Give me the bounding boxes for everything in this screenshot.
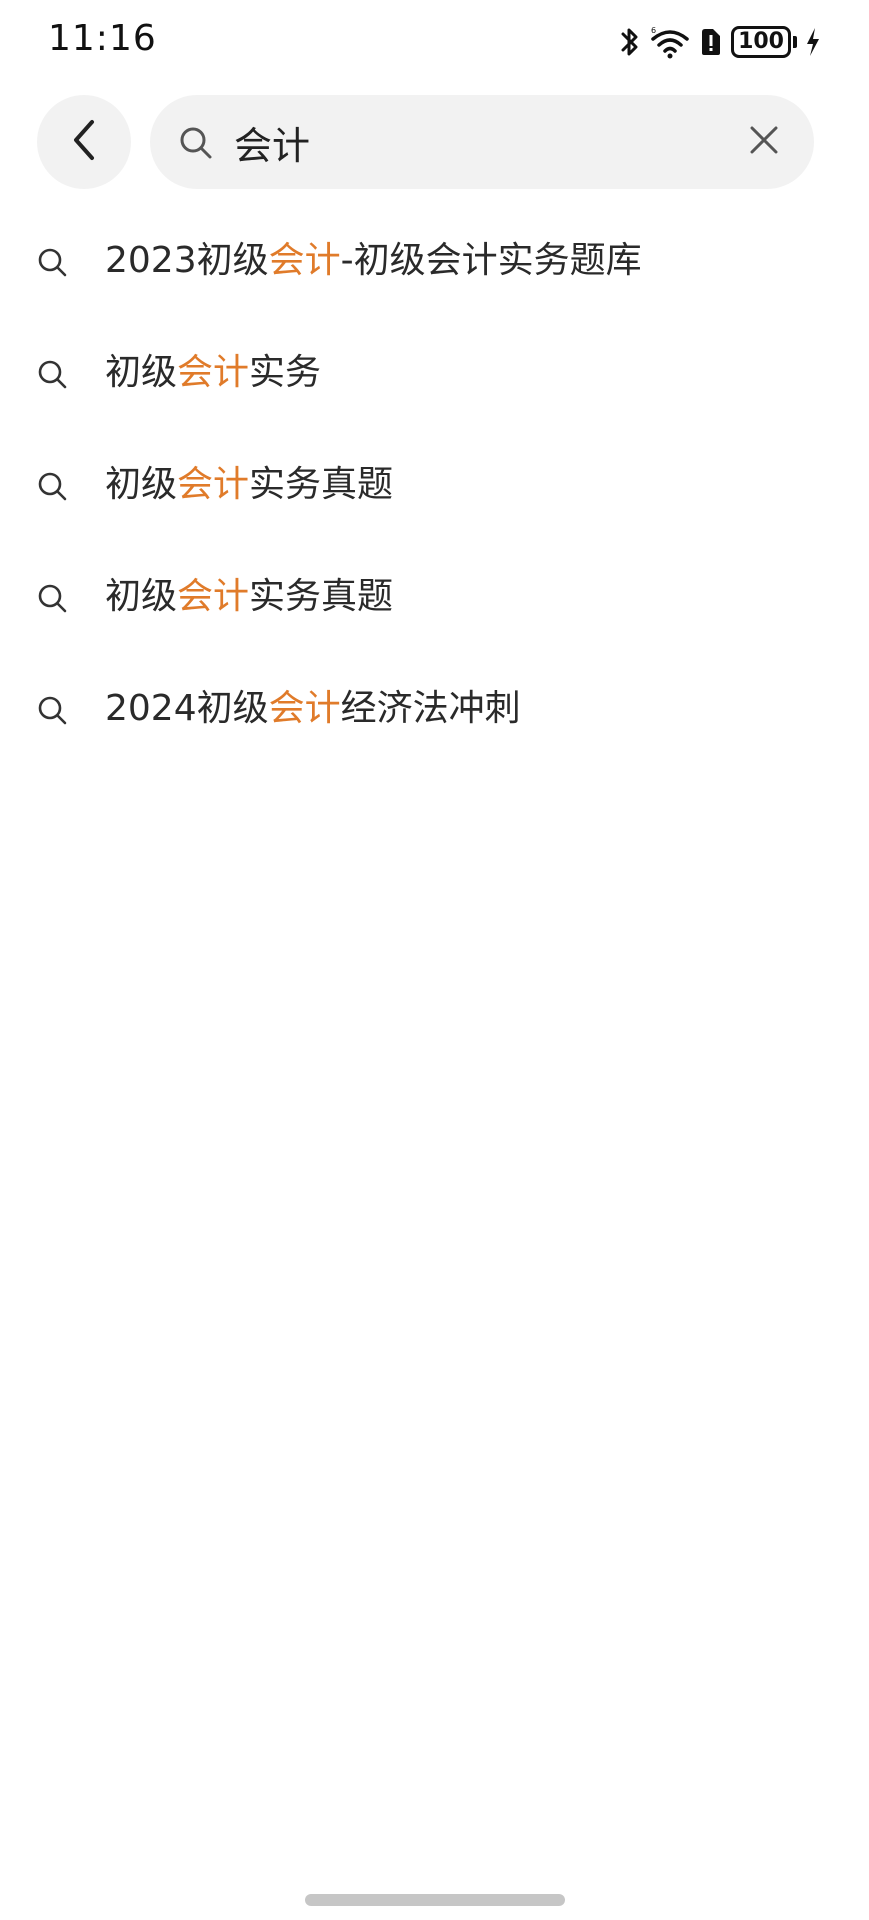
- search-icon: [36, 582, 68, 614]
- suggestion-item[interactable]: 初级会计实务真题: [0, 542, 869, 654]
- suggestion-highlight: 会计: [177, 352, 250, 393]
- search-icon: [36, 358, 68, 390]
- bluetooth-icon: [619, 25, 641, 59]
- suggestion-item[interactable]: 初级会计实务真题: [0, 430, 869, 542]
- search-input[interactable]: [234, 95, 694, 189]
- suggestion-item[interactable]: 2023初级会计-初级会计实务题库: [0, 206, 869, 318]
- suggestion-highlight: 会计: [268, 688, 341, 729]
- suggestion-highlight: 会计: [177, 576, 250, 617]
- suggestion-text: 初级会计实务真题: [105, 464, 394, 505]
- suggestion-list: 2023初级会计-初级会计实务题库 初级会计实务 初级会计实务真题 初级会计实务…: [0, 206, 869, 766]
- battery-level: 100: [731, 26, 791, 58]
- search-icon: [36, 246, 68, 278]
- status-time: 11:16: [48, 18, 157, 59]
- chevron-left-icon: [70, 118, 98, 166]
- clear-search-button[interactable]: [742, 120, 786, 164]
- status-bar: 11:16 6 100: [0, 0, 869, 86]
- charging-icon: [805, 27, 821, 57]
- search-bar[interactable]: [150, 95, 814, 189]
- suggestion-item[interactable]: 2024初级会计经济法冲刺: [0, 654, 869, 766]
- suggestion-text: 2024初级会计经济法冲刺: [105, 688, 521, 729]
- back-button[interactable]: [37, 95, 131, 189]
- suggestion-text: 初级会计实务: [105, 352, 322, 393]
- close-icon: [749, 125, 779, 159]
- search-icon: [178, 125, 214, 161]
- alert-icon: [699, 27, 723, 57]
- suggestion-text: 2023初级会计-初级会计实务题库: [105, 240, 642, 281]
- wifi-icon: 6: [649, 25, 691, 59]
- home-indicator[interactable]: [305, 1894, 565, 1906]
- suggestion-item[interactable]: 初级会计实务: [0, 318, 869, 430]
- suggestion-text: 初级会计实务真题: [105, 576, 394, 617]
- suggestion-highlight: 会计: [268, 240, 341, 281]
- search-icon: [36, 694, 68, 726]
- battery-icon: 100: [731, 26, 797, 58]
- suggestion-highlight: 会计: [177, 464, 250, 505]
- svg-text:6: 6: [651, 26, 656, 35]
- search-icon: [36, 470, 68, 502]
- status-icons: 6 100: [619, 22, 821, 62]
- search-screen: 11:16 6 100 会计 2023初级会计-初级会计实务题库 初级会计实务 …: [0, 0, 869, 1920]
